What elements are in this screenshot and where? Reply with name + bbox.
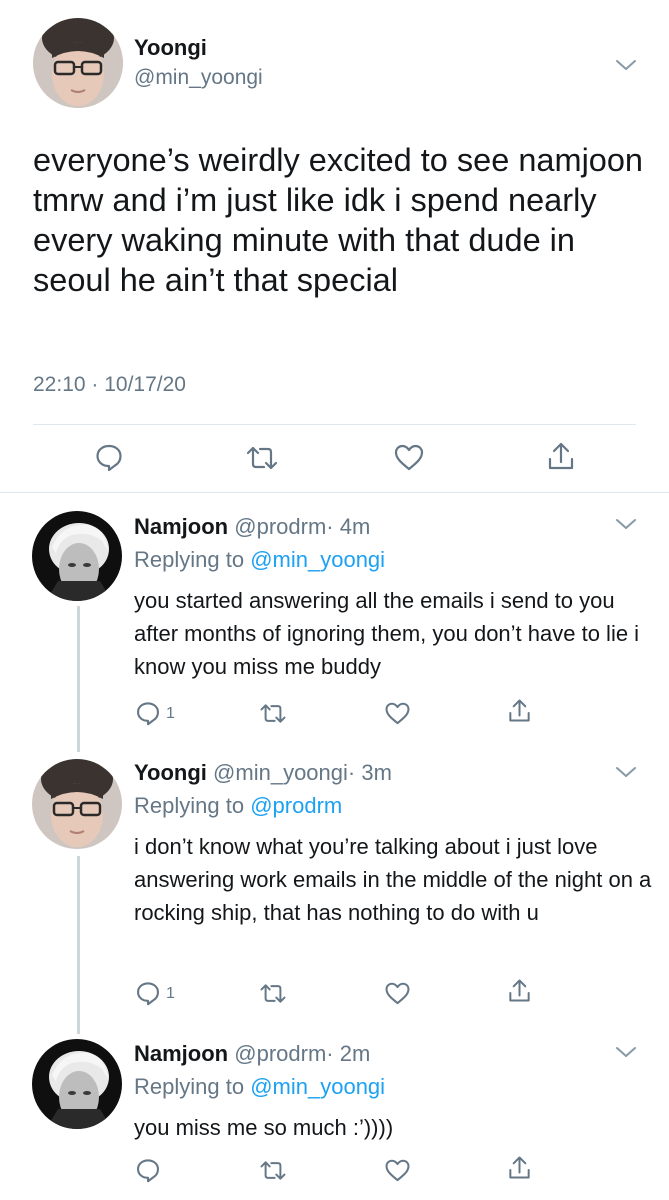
- reply-author-name[interactable]: Yoongi: [134, 760, 207, 785]
- reply-author-handle[interactable]: @prodrm: [234, 1041, 326, 1066]
- comment-icon[interactable]: [135, 1157, 161, 1183]
- like-icon[interactable]: [393, 443, 425, 471]
- replying-to-link[interactable]: @prodrm: [250, 793, 342, 818]
- share-icon[interactable]: [507, 977, 532, 1004]
- reply-time: · 2m: [326, 1041, 371, 1066]
- share-icon[interactable]: [507, 697, 532, 724]
- avatar-yoongi[interactable]: [32, 759, 122, 849]
- replying-to: Replying to @min_yoongi: [134, 1074, 385, 1100]
- reply-count: 1: [166, 705, 175, 722]
- reply-text: you miss me so much :’)))): [134, 1115, 394, 1140]
- share-icon[interactable]: [546, 440, 576, 472]
- replying-to-label: Replying to: [134, 547, 245, 572]
- chevron-down-icon[interactable]: [615, 765, 637, 779]
- replying-to: Replying to @prodrm: [134, 793, 342, 819]
- main-tweet-author-name[interactable]: Yoongi: [134, 35, 207, 61]
- replying-to-label: Replying to: [134, 1074, 245, 1099]
- like-icon[interactable]: [384, 701, 411, 725]
- share-icon[interactable]: [507, 1154, 532, 1181]
- chevron-down-icon[interactable]: [615, 1045, 637, 1059]
- replying-to: Replying to @min_yoongi: [134, 547, 385, 573]
- avatar-namjoon[interactable]: [32, 1039, 122, 1129]
- avatar-namjoon[interactable]: [32, 511, 122, 601]
- reply-header: Namjoon @prodrm· 2m: [134, 1041, 370, 1067]
- main-tweet-timestamp[interactable]: 22:10 · 10/17/20: [33, 373, 186, 397]
- replying-to-link[interactable]: @min_yoongi: [250, 547, 385, 572]
- divider: [33, 424, 636, 425]
- comment-icon[interactable]: [135, 700, 161, 726]
- reply-time: · 3m: [347, 760, 392, 785]
- comment-icon[interactable]: [135, 980, 161, 1006]
- avatar-yoongi-main[interactable]: [33, 18, 123, 108]
- retweet-icon[interactable]: [245, 444, 279, 472]
- chevron-down-icon[interactable]: [615, 517, 637, 531]
- main-tweet-author-handle[interactable]: @min_yoongi: [134, 66, 263, 90]
- comment-icon[interactable]: [94, 442, 124, 472]
- retweet-icon[interactable]: [259, 1159, 287, 1182]
- main-tweet-text: everyone’s weirdly excited to see namjoo…: [33, 142, 644, 298]
- reply-time: · 4m: [326, 514, 371, 539]
- retweet-icon[interactable]: [259, 702, 287, 725]
- reply-author-name[interactable]: Namjoon: [134, 514, 228, 539]
- retweet-icon[interactable]: [259, 982, 287, 1005]
- reply-author-handle[interactable]: @prodrm: [234, 514, 326, 539]
- replying-to-label: Replying to: [134, 793, 245, 818]
- like-icon[interactable]: [384, 981, 411, 1005]
- reply-count: 1: [166, 985, 175, 1002]
- like-icon[interactable]: [384, 1158, 411, 1182]
- thread-line: [77, 606, 80, 752]
- reply-text: you started answering all the emails i s…: [134, 588, 640, 679]
- thread-line: [77, 856, 80, 1034]
- divider: [0, 492, 669, 493]
- reply-author-name[interactable]: Namjoon: [134, 1041, 228, 1066]
- replying-to-link[interactable]: @min_yoongi: [250, 1074, 385, 1099]
- reply-text: i don’t know what you’re talking about i…: [134, 834, 652, 925]
- reply-header: Namjoon @prodrm· 4m: [134, 514, 370, 540]
- reply-header: Yoongi @min_yoongi· 3m: [134, 760, 392, 786]
- reply-author-handle[interactable]: @min_yoongi: [213, 760, 348, 785]
- chevron-down-icon[interactable]: [615, 58, 637, 72]
